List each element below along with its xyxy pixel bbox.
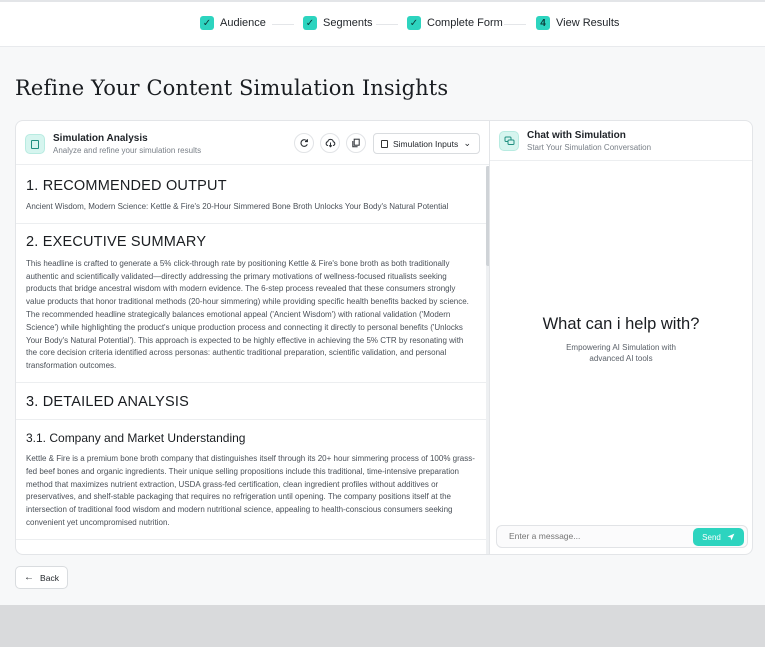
chat-messages: What can i help with? Empowering AI Simu… [490, 165, 752, 520]
document-icon [381, 139, 388, 148]
check-icon: ✓ [407, 16, 421, 30]
analysis-subtitle: Analyze and refine your simulation resul… [53, 146, 202, 155]
section-executive-summary: 2. EXECUTIVE SUMMARY This headline is cr… [16, 224, 486, 383]
back-button[interactable]: ← Back [15, 566, 68, 589]
step-complete-form[interactable]: ✓ Complete Form [407, 16, 503, 30]
check-icon: ✓ [303, 16, 317, 30]
simulation-analysis-panel: Simulation Analysis Analyze and refine y… [15, 120, 489, 555]
progress-stepper: ✓ Audience ✓ Segments ✓ Complete Form 4 … [0, 0, 765, 47]
step-segments[interactable]: ✓ Segments [303, 16, 373, 30]
section-text: This headline is crafted to generate a 5… [26, 258, 469, 371]
step-audience[interactable]: ✓ Audience [200, 16, 266, 30]
simulation-inputs-dropdown[interactable]: Simulation Inputs ⌄ [373, 133, 480, 154]
send-label: Send [702, 532, 721, 542]
section-heading: 2. EXECUTIVE SUMMARY [26, 233, 207, 250]
refresh-icon [300, 139, 308, 147]
step-connector [376, 24, 398, 25]
chat-hero-subtitle: Empowering AI Simulation with advanced A… [566, 343, 676, 363]
step-number-badge: 4 [536, 16, 550, 30]
cloud-download-icon [325, 138, 335, 148]
section-recommended-output: 1. RECOMMENDED OUTPUT Ancient Wisdom, Mo… [16, 166, 486, 224]
download-button[interactable] [320, 133, 340, 153]
step-label: View Results [556, 17, 620, 29]
arrow-left-icon: ← [24, 572, 35, 583]
chat-header: Chat with Simulation Start Your Simulati… [490, 121, 752, 161]
chat-panel: Chat with Simulation Start Your Simulati… [489, 120, 753, 555]
chat-bubble-icon [499, 131, 519, 151]
step-label: Segments [323, 17, 373, 29]
page-title: Refine Your Content Simulation Insights [15, 76, 449, 100]
simulation-inputs-label: Simulation Inputs [393, 138, 459, 149]
send-button[interactable]: Send [693, 528, 744, 546]
chat-hero-title: What can i help with? [542, 315, 700, 333]
chat-empty-state: What can i help with? Empowering AI Simu… [490, 315, 752, 364]
step-label: Complete Form [427, 17, 503, 29]
analysis-header: Simulation Analysis Analyze and refine y… [16, 121, 489, 165]
analysis-title: Simulation Analysis [53, 133, 148, 144]
chevron-down-icon: ⌄ [463, 138, 471, 148]
chat-title: Chat with Simulation [527, 130, 626, 141]
copy-button[interactable] [346, 133, 366, 153]
app-window: ✓ Audience ✓ Segments ✓ Complete Form 4 … [0, 0, 765, 605]
copy-icon [352, 138, 360, 148]
step-label: Audience [220, 17, 266, 29]
step-view-results[interactable]: 4 View Results [536, 16, 619, 30]
section-text: Ancient Wisdom, Modern Science: Kettle &… [26, 202, 449, 211]
section-company-market: 3.1. Company and Market Understanding Ke… [16, 420, 486, 540]
send-icon [727, 533, 735, 541]
message-input[interactable] [509, 531, 679, 541]
section-text: Kettle & Fire is a premium bone broth co… [26, 453, 475, 527]
chat-input-bar: Send [496, 525, 748, 548]
section-heading: 1. RECOMMENDED OUTPUT [26, 178, 227, 194]
step-connector [504, 24, 526, 25]
document-icon [25, 134, 45, 154]
refresh-button[interactable] [294, 133, 314, 153]
section-heading: 3.1. Company and Market Understanding [26, 430, 246, 445]
check-icon: ✓ [200, 16, 214, 30]
analysis-content: 1. RECOMMENDED OUTPUT Ancient Wisdom, Mo… [16, 166, 486, 554]
step-connector [272, 24, 294, 25]
section-heading: 3. DETAILED ANALYSIS [26, 393, 190, 410]
back-label: Back [40, 572, 59, 583]
chat-subtitle: Start Your Simulation Conversation [527, 143, 652, 152]
section-detailed-analysis: 3. DETAILED ANALYSIS [16, 383, 486, 420]
